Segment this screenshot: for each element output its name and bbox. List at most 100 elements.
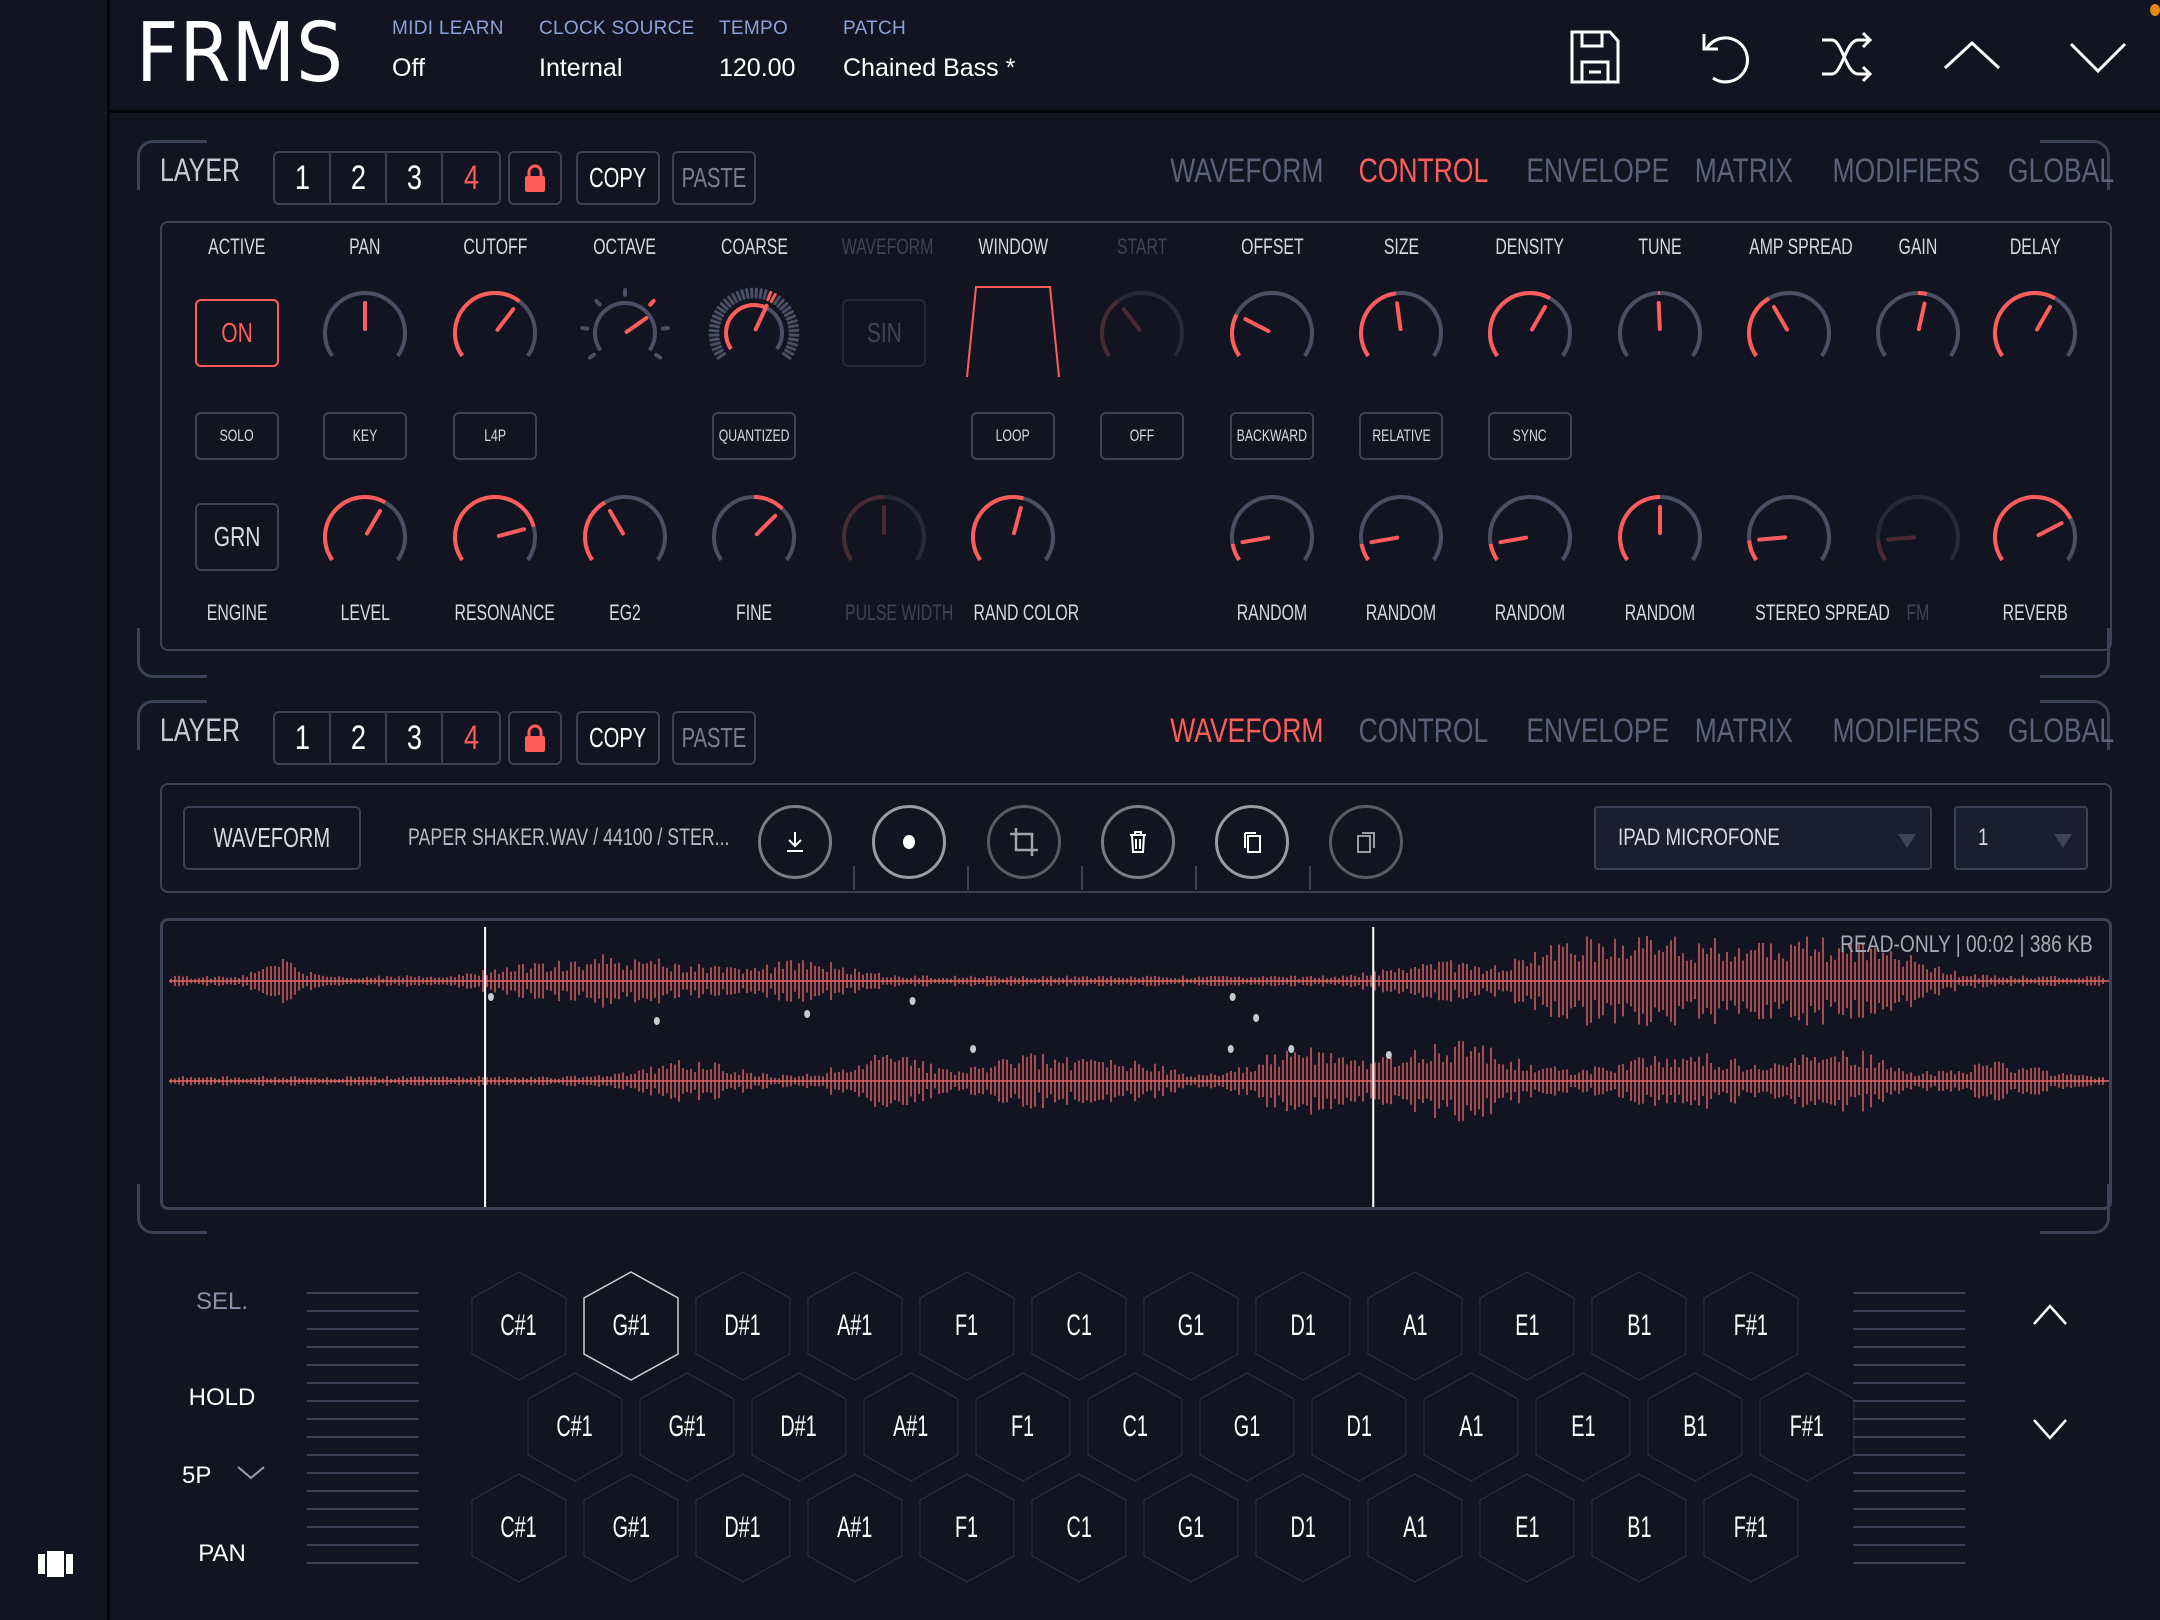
octave-up-button[interactable] [2030, 1300, 2070, 1335]
waveform-button[interactable]: SIN [842, 299, 926, 367]
hex-key[interactable]: A1 [1366, 1270, 1464, 1382]
delete-button[interactable] [1101, 805, 1175, 879]
patch-field[interactable]: PATCH Chained Bass * [843, 18, 1015, 83]
tab-modifiers[interactable]: MODIFIERS [1833, 712, 1980, 751]
tab-waveform[interactable]: WAVEFORM [1170, 712, 1323, 751]
off-button[interactable]: OFF [1100, 412, 1184, 460]
pulse-width-knob[interactable] [836, 489, 932, 585]
relative-button[interactable]: RELATIVE [1359, 412, 1443, 460]
amp-spread-knob[interactable] [1741, 285, 1837, 381]
hex-key[interactable]: C1 [1086, 1371, 1184, 1483]
waveform-display[interactable]: READ-ONLY | 00:02 | 386 KB [160, 918, 2112, 1210]
lock-button[interactable] [508, 711, 562, 765]
layer-1-button[interactable]: 1 [275, 713, 331, 763]
layer-4-button[interactable]: 4 [443, 713, 499, 763]
backward-button[interactable]: BACKWARD [1230, 412, 1314, 460]
random-3-knob[interactable] [1482, 489, 1578, 585]
hex-key[interactable]: C#1 [470, 1472, 568, 1584]
input-source-dropdown[interactable]: IPAD MICROFONE [1594, 806, 1932, 870]
hex-key[interactable]: F1 [974, 1371, 1072, 1483]
hex-key[interactable]: D#1 [750, 1371, 848, 1483]
tab-global[interactable]: GLOBAL [2008, 712, 2114, 751]
loop-button[interactable]: LOOP [971, 412, 1055, 460]
rand-color-knob[interactable] [965, 489, 1061, 585]
hold-button[interactable]: HOLD [162, 1384, 282, 1412]
hex-key[interactable]: F1 [918, 1472, 1016, 1584]
paste-button[interactable]: PASTE [672, 151, 756, 205]
hex-key[interactable]: C#1 [470, 1270, 568, 1382]
hex-key[interactable]: E1 [1478, 1270, 1576, 1382]
hex-key[interactable]: A1 [1422, 1371, 1520, 1483]
reverb-knob[interactable] [1987, 489, 2083, 585]
layer-1-button[interactable]: 1 [275, 153, 331, 203]
layer-2-button[interactable]: 2 [331, 153, 387, 203]
engine-button[interactable]: GRN [195, 503, 279, 571]
key-button[interactable]: KEY [323, 412, 407, 460]
active-toggle[interactable]: ON [195, 299, 279, 367]
hex-key[interactable]: D#1 [694, 1270, 792, 1382]
save-icon[interactable] [1560, 22, 1630, 92]
coarse-knob[interactable] [706, 285, 802, 381]
delay-knob[interactable] [1987, 285, 2083, 381]
tempo-field[interactable]: TEMPO 120.00 [719, 18, 795, 83]
polyphony-selector[interactable]: 5P [182, 1462, 266, 1490]
random-1-knob[interactable] [1224, 489, 1320, 585]
midi-learn-field[interactable]: MIDI LEARN Off [392, 18, 504, 83]
pan-button[interactable]: PAN [162, 1540, 282, 1568]
hex-key[interactable]: D1 [1310, 1371, 1408, 1483]
size-knob[interactable] [1353, 285, 1449, 381]
lock-button[interactable] [508, 151, 562, 205]
hex-key[interactable]: F#1 [1758, 1371, 1856, 1483]
random-4-knob[interactable] [1612, 489, 1708, 585]
import-button[interactable] [758, 805, 832, 879]
hex-key[interactable]: D#1 [694, 1472, 792, 1584]
hex-key[interactable]: E1 [1534, 1371, 1632, 1483]
waveform-mode-button[interactable]: WAVEFORM [183, 806, 361, 870]
hex-key[interactable]: D1 [1254, 1472, 1352, 1584]
copy-button[interactable] [1215, 805, 1289, 879]
layer-3-button[interactable]: 3 [387, 153, 443, 203]
random-2-knob[interactable] [1353, 489, 1449, 585]
layer-4-button[interactable]: 4 [443, 153, 499, 203]
hex-key[interactable]: C1 [1030, 1270, 1128, 1382]
fm-knob[interactable] [1870, 489, 1966, 585]
octave-knob[interactable] [577, 285, 673, 381]
tune-knob[interactable] [1612, 285, 1708, 381]
octave-down-button[interactable] [2030, 1414, 2070, 1449]
pitch-strip-right[interactable] [1853, 1292, 1965, 1580]
hex-key[interactable]: B1 [1646, 1371, 1744, 1483]
l4p-button[interactable]: L4P [453, 412, 537, 460]
hex-key[interactable]: G1 [1142, 1270, 1240, 1382]
waveform-canvas[interactable] [163, 921, 2112, 1210]
hex-key[interactable]: A#1 [806, 1270, 904, 1382]
stereo-spread-knob[interactable] [1741, 489, 1837, 585]
hex-key[interactable]: G#1 [582, 1270, 680, 1382]
hex-key[interactable]: C#1 [526, 1371, 624, 1483]
tab-control[interactable]: CONTROL [1358, 712, 1488, 751]
tab-control[interactable]: CONTROL [1358, 152, 1488, 191]
hex-key[interactable]: F1 [918, 1270, 1016, 1382]
hex-key[interactable]: E1 [1478, 1472, 1576, 1584]
hex-key[interactable]: B1 [1590, 1270, 1688, 1382]
fine-knob[interactable] [706, 489, 802, 585]
hex-key[interactable]: A#1 [806, 1472, 904, 1584]
paste-button[interactable] [1329, 805, 1403, 879]
window-shape[interactable] [965, 283, 1061, 384]
quantized-button[interactable]: QUANTIZED [712, 412, 796, 460]
tab-envelope[interactable]: ENVELOPE [1526, 712, 1669, 751]
pitch-strip-left[interactable] [307, 1292, 419, 1580]
hex-key[interactable]: A#1 [862, 1371, 960, 1483]
hex-key[interactable]: G#1 [638, 1371, 736, 1483]
density-knob[interactable] [1482, 285, 1578, 381]
hex-key[interactable]: F#1 [1702, 1270, 1800, 1382]
hex-key[interactable]: B1 [1590, 1472, 1688, 1584]
tab-matrix[interactable]: MATRIX [1695, 712, 1793, 751]
hex-key[interactable]: G1 [1198, 1371, 1296, 1483]
clock-source-field[interactable]: CLOCK SOURCE Internal [539, 18, 695, 83]
pan-knob[interactable] [317, 285, 413, 381]
resonance-knob[interactable] [447, 489, 543, 585]
offset-knob[interactable] [1224, 285, 1320, 381]
hex-key[interactable]: A1 [1366, 1472, 1464, 1584]
keyboard-icon[interactable] [38, 1551, 74, 1582]
tab-matrix[interactable]: MATRIX [1695, 152, 1793, 191]
